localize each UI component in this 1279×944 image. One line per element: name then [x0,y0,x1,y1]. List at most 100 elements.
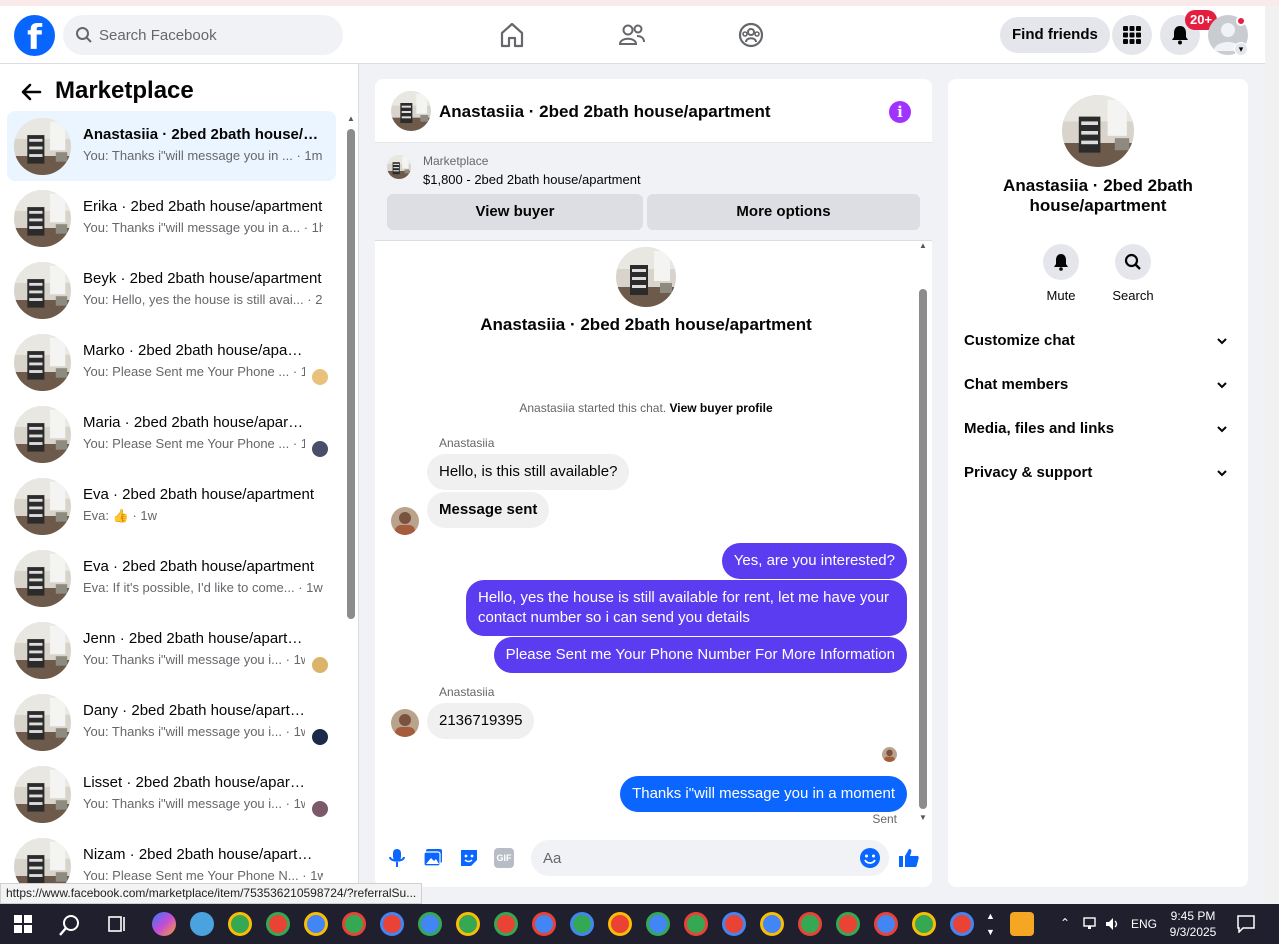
chat-scrollbar[interactable]: ▲ ▼ [916,241,930,827]
photo-icon[interactable] [422,847,444,869]
search-input[interactable] [99,15,335,55]
sender-avatar[interactable] [391,709,419,737]
chrome-icon[interactable] [532,912,556,936]
scrollbar-thumb[interactable] [919,289,927,809]
page-scrollbar[interactable] [1265,6,1279,904]
conversation-item[interactable]: Beyk · 2bed 2bath house/apartment You: H… [7,255,336,325]
mute-button[interactable]: Mute [1031,244,1091,303]
chrome-icon[interactable] [456,912,480,936]
outgoing-message[interactable]: Thanks i"will message you in a moment [620,776,907,812]
facebook-logo-icon[interactable]: f [14,15,55,58]
outgoing-message[interactable]: Please Sent me Your Phone Number For Mor… [493,637,907,673]
weather-icon[interactable] [1010,912,1034,936]
thumbs-up-icon[interactable] [898,847,920,869]
gif-icon[interactable]: GIF [494,848,514,868]
conversation-name: Marko · 2bed 2bath house/apartment [83,342,305,359]
view-buyer-profile-link[interactable]: View buyer profile [669,401,772,415]
conversation-item[interactable]: Anastasiia · 2bed 2bath house/apartment … [7,111,336,181]
conversation-item[interactable]: Jenn · 2bed 2bath house/apartment You: T… [7,615,336,685]
taskbar-search-icon[interactable] [58,913,82,937]
outgoing-message[interactable]: Yes, are you interested? [721,543,907,579]
chrome-icon[interactable] [722,912,746,936]
emoji-icon[interactable] [859,847,881,869]
chrome-icon[interactable] [304,912,328,936]
chrome-icon[interactable] [912,912,936,936]
chrome-icon[interactable] [950,912,974,936]
network-icon[interactable] [1083,917,1099,931]
back-arrow-icon[interactable] [20,81,42,103]
sticker-icon[interactable] [458,847,480,869]
conversation-item[interactable]: Dany · 2bed 2bath house/apartment You: T… [7,687,336,757]
marketplace-listing-bar: Marketplace $1,800 - 2bed 2bath house/ap… [375,143,932,241]
listing-title[interactable]: $1,800 - 2bed 2bath house/apartment [423,172,641,187]
volume-icon[interactable] [1105,917,1121,931]
intro-name: Anastasiia · 2bed 2bath house/apartment [480,315,812,334]
message-composer: GIF [375,835,932,881]
taskbar-overflow-arrows[interactable]: ▲ ▼ [986,908,995,940]
home-icon[interactable] [497,20,527,50]
incoming-message[interactable]: Message sent [427,492,550,528]
conversation-item[interactable]: Eva · 2bed 2bath house/apartment Eva: If… [7,543,336,613]
chrome-icon[interactable] [228,912,252,936]
info-icon[interactable]: i [889,101,911,123]
sender-avatar[interactable] [391,507,419,535]
groups-icon[interactable] [736,20,766,50]
view-buyer-button[interactable]: View buyer [387,194,643,230]
listing-thumbnail[interactable] [391,91,431,131]
seen-avatar [312,657,328,673]
conversation-item[interactable]: Lisset · 2bed 2bath house/apartment You:… [7,759,336,829]
chrome-icon[interactable] [266,912,290,936]
chat-title[interactable]: Anastasiia · 2bed 2bath house/apartment [439,102,771,122]
copilot-icon[interactable] [152,912,176,936]
menu-button[interactable] [1112,15,1152,55]
more-options-button[interactable]: More options [647,194,920,230]
chrome-icon[interactable] [646,912,670,936]
conversation-item[interactable]: Eva · 2bed 2bath house/apartment Eva: 👍 … [7,471,336,541]
outgoing-message[interactable]: Hello, yes the house is still available … [466,580,907,636]
chrome-icon[interactable] [380,912,404,936]
find-friends-button[interactable]: Find friends [1000,17,1110,53]
chrome-icon[interactable] [494,912,518,936]
task-view-icon[interactable] [108,915,128,933]
sidebar-scrollbar[interactable]: ▲ [345,114,357,904]
listing-thumbnail [14,766,71,823]
message-list: Anastasiia · 2bed 2bath house/apartment … [375,241,932,827]
chrome-icon[interactable] [798,912,822,936]
chevron-down-icon [1217,470,1227,477]
conversation-preview: You: Please Sent me Your Phone ... · 1d [83,364,305,379]
search-icon [1124,253,1141,270]
incoming-message[interactable]: 2136719395 [427,703,535,739]
conversation-preview: You: Thanks i"will message you in ... · … [83,148,323,163]
chrome-icon[interactable] [418,912,442,936]
chrome-icon[interactable] [570,912,594,936]
conversation-item[interactable]: Maria · 2bed 2bath house/apartment You: … [7,399,336,469]
section-privacy-support[interactable]: Privacy & support [964,459,1232,487]
app-icon[interactable] [190,912,214,936]
chrome-icon[interactable] [874,912,898,936]
incoming-message[interactable]: Hello, is this still available? [427,454,630,490]
microphone-icon[interactable] [386,847,408,869]
conversation-item[interactable]: Erika · 2bed 2bath house/apartment You: … [7,183,336,253]
chrome-icon[interactable] [684,912,708,936]
scrollbar-thumb[interactable] [347,129,355,619]
chevron-down-icon[interactable]: ▾ [1234,42,1248,56]
listing-thumbnail [14,118,71,175]
tray-chevron-icon[interactable]: ⌃ [1060,916,1070,930]
clock[interactable]: 9:45 PM 9/3/2025 [1163,908,1223,940]
conversation-name: Maria · 2bed 2bath house/apartment [83,414,305,431]
friends-icon[interactable] [617,20,647,50]
windows-start-icon[interactable] [14,915,32,933]
conversation-item[interactable]: Marko · 2bed 2bath house/apartment You: … [7,327,336,397]
message-input[interactable] [531,840,889,876]
section-customize-chat[interactable]: Customize chat [964,327,1232,355]
section-chat-members[interactable]: Chat members [964,371,1232,399]
section-media-files[interactable]: Media, files and links [964,415,1232,443]
search-box[interactable] [63,15,343,55]
chrome-icon[interactable] [608,912,632,936]
chrome-icon[interactable] [760,912,784,936]
notification-center-icon[interactable] [1237,915,1255,933]
chrome-icon[interactable] [342,912,366,936]
language-indicator[interactable]: ENG [1131,917,1157,931]
chrome-icon[interactable] [836,912,860,936]
search-chat-button[interactable]: Search [1103,244,1163,303]
